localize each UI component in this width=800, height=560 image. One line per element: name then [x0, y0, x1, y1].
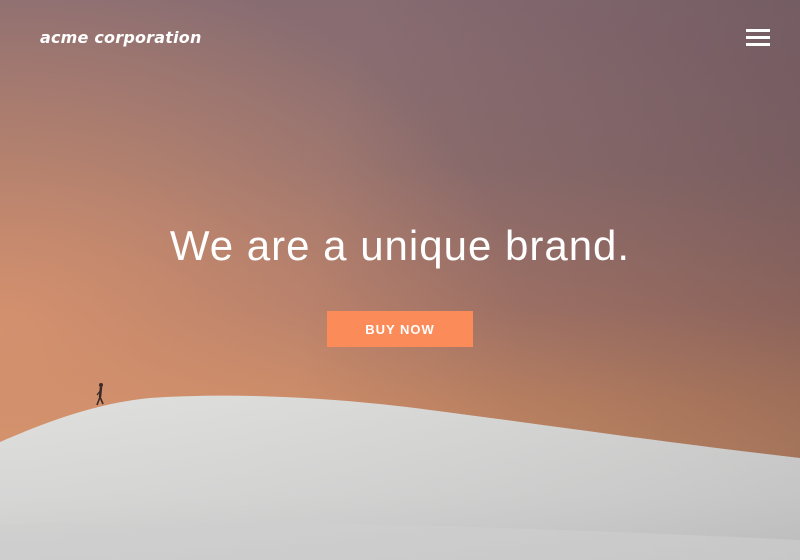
menu-bar-icon [746, 29, 770, 32]
menu-bar-icon [746, 36, 770, 39]
buy-now-button[interactable]: BUY NOW [327, 311, 473, 347]
hero-section: acme corporation We are a unique brand. … [0, 0, 800, 560]
hamburger-menu-icon[interactable] [746, 28, 770, 48]
brand-logo[interactable]: acme corporation [40, 28, 202, 47]
menu-bar-icon [746, 43, 770, 46]
hero-headline: We are a unique brand. [169, 222, 631, 269]
hiker-figure [96, 383, 104, 406]
desert-dune-image [0, 383, 800, 560]
